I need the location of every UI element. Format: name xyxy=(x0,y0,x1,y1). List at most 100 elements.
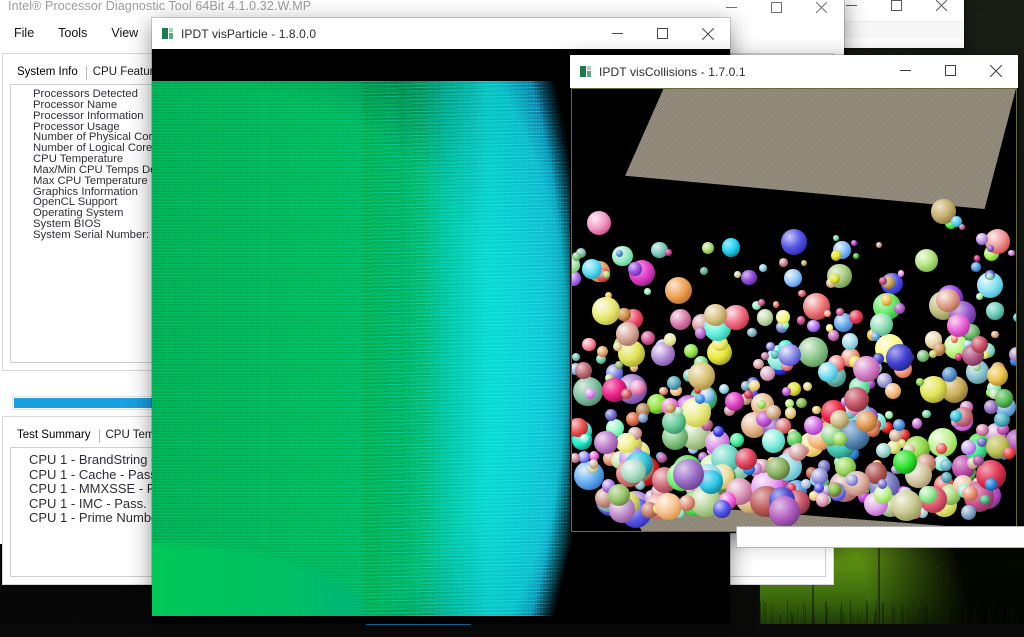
maximize-icon[interactable] xyxy=(928,55,973,86)
collision-sphere xyxy=(885,344,913,372)
grass-blade xyxy=(857,611,858,624)
grass-blade xyxy=(894,605,895,624)
collision-sphere xyxy=(815,493,830,507)
collision-sphere xyxy=(663,333,676,346)
wallpaper-speck xyxy=(905,555,906,556)
grass-blade xyxy=(864,620,865,624)
minimize-icon[interactable] xyxy=(883,55,928,86)
grass-blade xyxy=(1017,614,1018,624)
tab-system-info[interactable]: System Info xyxy=(11,66,87,80)
collision-sphere xyxy=(960,505,977,521)
grass-blade xyxy=(910,617,911,624)
collision-sphere xyxy=(812,405,821,415)
close-icon[interactable] xyxy=(685,18,730,49)
collision-sphere xyxy=(973,254,981,262)
collision-sphere xyxy=(823,310,831,318)
maximize-icon[interactable] xyxy=(640,18,685,49)
collision-sphere xyxy=(852,252,859,259)
menu-item-file[interactable]: File xyxy=(2,23,46,43)
grass-blade xyxy=(1013,605,1014,624)
collision-sphere xyxy=(911,418,923,429)
collision-sphere xyxy=(616,433,636,453)
grass-blade xyxy=(882,602,883,624)
collision-sphere xyxy=(572,271,581,287)
app-icon xyxy=(162,28,173,39)
grass-blade xyxy=(893,609,894,624)
collision-sphere xyxy=(665,402,676,414)
collision-sphere xyxy=(594,430,618,454)
collision-sphere xyxy=(800,259,808,267)
collision-sphere xyxy=(850,240,857,247)
collision-sphere xyxy=(687,362,716,390)
grass-blade xyxy=(1011,614,1012,624)
collision-sphere xyxy=(673,459,704,490)
vis-collisions-titlebar[interactable]: IPDT visCollisions - 1.7.0.1 xyxy=(570,55,1018,88)
collision-sphere xyxy=(807,319,820,333)
collision-sphere xyxy=(654,492,682,520)
collision-sphere xyxy=(897,270,905,277)
minimize-icon[interactable] xyxy=(595,18,640,49)
grass-blade xyxy=(918,608,919,624)
menu-item-view[interactable]: View xyxy=(99,23,150,43)
tab-test-summary[interactable]: Test Summary xyxy=(11,429,100,443)
collision-sphere xyxy=(830,250,842,262)
collision-sphere xyxy=(947,314,970,338)
collision-sphere xyxy=(592,297,620,325)
particle-cloud xyxy=(152,81,572,616)
collision-sphere xyxy=(950,215,963,227)
collision-sphere xyxy=(841,333,859,350)
collision-sphere xyxy=(939,458,952,471)
grass-blade xyxy=(866,610,867,624)
collision-sphere xyxy=(986,245,994,252)
collision-sphere xyxy=(628,262,642,276)
grass-blade xyxy=(861,610,862,624)
collision-sphere xyxy=(920,376,948,404)
collision-sphere xyxy=(582,338,596,352)
maximize-icon[interactable] xyxy=(754,0,799,23)
grass-blade xyxy=(926,608,927,624)
ipdt-titlebar[interactable]: Intel® Processor Diagnostic Tool 64Bit 4… xyxy=(0,0,844,20)
close-icon[interactable] xyxy=(919,0,964,21)
close-icon[interactable] xyxy=(799,0,844,23)
collision-sphere xyxy=(994,389,1014,408)
vis-particle-titlebar[interactable]: IPDT visParticle - 1.8.0.0 xyxy=(152,18,730,49)
grass-blade xyxy=(913,599,914,624)
collision-sphere xyxy=(756,309,774,326)
grass-blade xyxy=(976,603,977,624)
grass-blade xyxy=(853,613,854,624)
collision-sphere xyxy=(797,289,806,298)
collision-sphere xyxy=(971,262,981,272)
maximize-icon[interactable] xyxy=(874,0,919,21)
collision-sphere xyxy=(637,412,649,424)
collision-sphere xyxy=(597,345,608,357)
menu-item-tools[interactable]: Tools xyxy=(46,23,99,43)
collision-sphere xyxy=(985,302,1004,320)
collision-sphere xyxy=(991,330,999,339)
grass-blade xyxy=(886,616,887,624)
grass-blade xyxy=(942,606,943,624)
grass-blade xyxy=(1007,608,1008,624)
grass-blade xyxy=(1003,620,1004,624)
status-bar-window[interactable] xyxy=(736,526,1024,548)
grass-blade xyxy=(997,617,998,624)
grass-blade xyxy=(924,601,925,624)
grass-blade xyxy=(876,601,877,624)
collision-sphere xyxy=(973,455,984,466)
grass-blade xyxy=(859,618,860,624)
close-icon[interactable] xyxy=(973,55,1018,86)
vis-collisions-canvas[interactable] xyxy=(571,88,1017,532)
collision-sphere xyxy=(665,276,693,304)
collision-ceiling-plane xyxy=(625,89,1016,209)
collision-sphere xyxy=(986,273,994,281)
collision-sphere xyxy=(772,301,780,309)
collision-sphere xyxy=(970,335,988,353)
collision-sphere xyxy=(723,304,750,331)
collision-sphere xyxy=(621,458,646,484)
collision-sphere xyxy=(643,287,651,295)
vis-collisions-window[interactable]: IPDT visCollisions - 1.7.0.1 xyxy=(570,55,1018,533)
collision-sphere xyxy=(783,268,802,287)
grass-blade xyxy=(867,603,868,624)
collision-sphere xyxy=(740,269,757,286)
collision-sphere xyxy=(960,439,976,456)
grass-blade xyxy=(971,617,972,624)
